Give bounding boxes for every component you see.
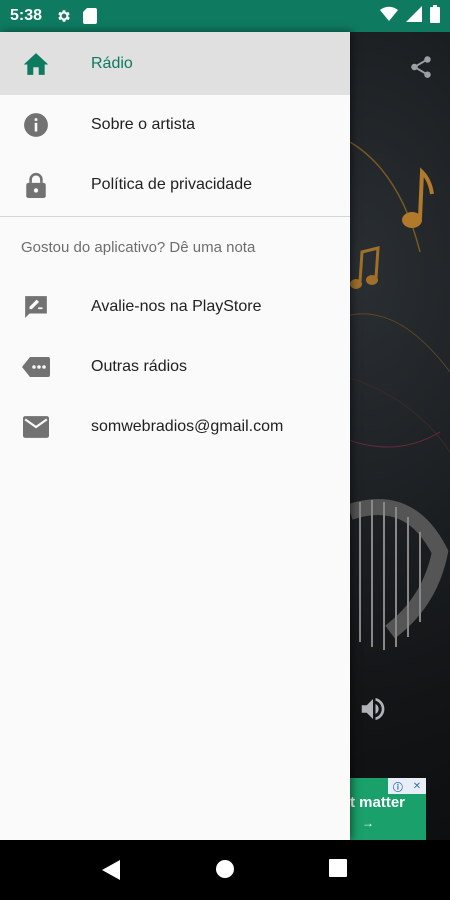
drawer-item-sobre-o-artista[interactable]: Sobre o artista (0, 95, 350, 155)
status-bar: 5:38 (0, 0, 450, 32)
system-nav-bar (0, 840, 450, 900)
ad-choices-close[interactable]: ⓘ ✕ (388, 778, 426, 794)
home-icon (22, 50, 50, 78)
navigation-drawer: Rádio Sobre o artista Política de privac… (0, 32, 350, 840)
drawer-item-outras-radios[interactable]: Outras rádios (0, 337, 350, 397)
rate-section-header: Gostou do aplicativo? Dê uma nota (21, 238, 256, 256)
ad-text: t matter (350, 794, 406, 811)
drawer-item-politica-de-privacidade[interactable]: Política de privacidade (0, 155, 350, 215)
drawer-item-label: Outras rádios (91, 358, 188, 375)
battery-icon (430, 4, 440, 28)
drawer-item-label: Avalie-nos na PlayStore (91, 298, 262, 315)
status-time: 5:38 (10, 7, 43, 24)
drawer-item-label: somwebradios@gmail.com (91, 418, 284, 435)
home-circle-icon[interactable] (214, 858, 238, 882)
volume-icon[interactable] (358, 694, 388, 724)
signal-icon (406, 5, 422, 27)
info-icon (22, 111, 50, 139)
settings-icon (56, 8, 72, 24)
recents-icon[interactable] (328, 858, 352, 882)
back-icon[interactable] (100, 858, 124, 882)
drawer-item-label: Política de privacidade (91, 176, 252, 193)
label-more-icon (22, 353, 50, 381)
ad-banner[interactable]: t matter → ⓘ ✕ (350, 778, 426, 840)
drawer-item-label: Rádio (91, 54, 133, 72)
drawer-item-radio[interactable]: Rádio (0, 32, 350, 95)
status-right-icons (380, 4, 440, 28)
wifi-icon (380, 6, 398, 27)
share-icon[interactable] (408, 54, 434, 80)
ad-close-icon: ✕ (412, 780, 422, 792)
drawer-item-avalie-playstore[interactable]: Avalie-nos na PlayStore (0, 277, 350, 337)
email-icon (22, 413, 50, 441)
drawer-item-label: Sobre o artista (91, 116, 196, 133)
ad-info-icon: ⓘ (392, 782, 403, 794)
lock-icon (22, 171, 50, 199)
ad-arrow: → (362, 816, 374, 830)
rate-review-icon (22, 293, 50, 321)
sd-card-icon (82, 8, 98, 24)
drawer-item-email[interactable]: somwebradios@gmail.com (0, 397, 350, 457)
